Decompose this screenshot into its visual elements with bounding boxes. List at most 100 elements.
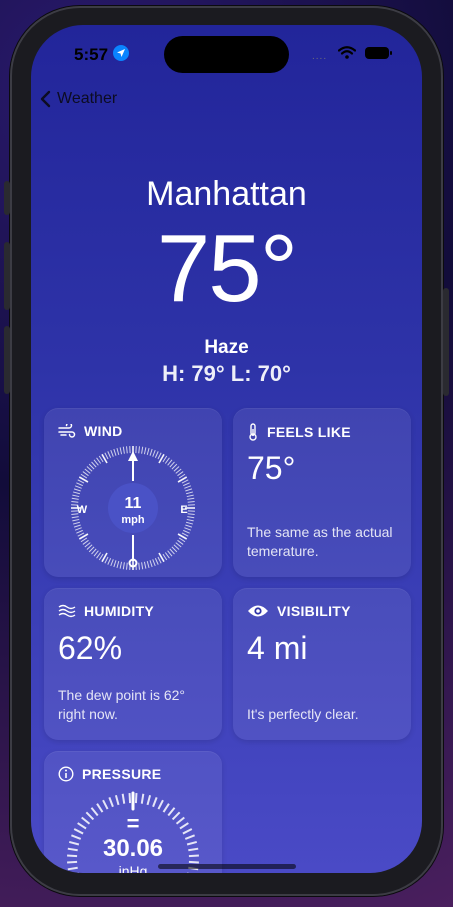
compass-tick (72, 491, 81, 495)
compass-tick (113, 560, 117, 568)
compass-tick (184, 485, 192, 489)
humidity-description: The dew point is 62° right now. (58, 687, 186, 722)
visibility-value: 4 mi (247, 630, 308, 666)
compass-tick (167, 550, 173, 557)
pressure-symbol: = (127, 811, 140, 836)
compass-tick (138, 562, 140, 570)
compass-tick (162, 553, 168, 561)
compass-tick (73, 524, 81, 528)
compass-east-label: E (180, 504, 187, 516)
humidity-icon (58, 604, 76, 618)
feels-like-title: FEELS LIKE (267, 424, 351, 440)
pressure-tick (108, 797, 114, 808)
compass-tick (171, 463, 178, 470)
compass-tick (149, 560, 153, 568)
side-button[interactable] (443, 288, 449, 396)
compass-tick (72, 521, 81, 525)
pressure-tick (157, 799, 164, 810)
compass-tick (74, 527, 82, 531)
pressure-tick (90, 807, 99, 817)
pressure-tick (167, 807, 176, 817)
volume-up-button[interactable] (4, 242, 10, 310)
pressure-tick (81, 816, 91, 825)
compass-tick (110, 449, 114, 457)
compass-tick (91, 461, 97, 468)
compass-tick (110, 559, 114, 567)
compass-tick (185, 524, 193, 528)
compass-tick (126, 446, 128, 454)
compass-tick (107, 558, 112, 565)
compass-tick (71, 501, 79, 503)
compass-tick (116, 447, 120, 456)
compass-tick (93, 550, 99, 557)
compass-tick (84, 468, 91, 474)
compass-tick (84, 542, 91, 548)
compass-tick (96, 552, 102, 559)
compass-tick (138, 446, 140, 454)
action-button[interactable] (4, 181, 10, 215)
compass-tick (169, 548, 175, 555)
pressure-tick (77, 822, 87, 830)
compass-tick (175, 468, 182, 474)
pressure-tick (179, 822, 189, 830)
pressure-tick (140, 793, 145, 804)
visibility-card[interactable]: VISIBILITY 4 mi It's perfectly clear. (233, 588, 411, 740)
compass-tick (141, 446, 144, 454)
compass-tick (104, 452, 109, 460)
pressure-tick (67, 860, 78, 864)
wind-speed-value: 11 (125, 495, 142, 512)
wind-icon (58, 424, 76, 438)
pressure-tick (85, 811, 95, 821)
high-low-text: H: 79° L: 70° (162, 361, 291, 386)
compass-tick (77, 532, 85, 537)
wind-card[interactable]: WIND W E 11 mph (44, 408, 222, 577)
volume-down-button[interactable] (4, 326, 10, 394)
compass-tick (96, 457, 102, 464)
compass-tick (98, 553, 104, 561)
humidity-card[interactable]: HUMIDITY 62% The dew point is 62° right … (44, 588, 222, 740)
compass-tick (76, 529, 83, 534)
pressure-tick (114, 794, 120, 806)
feels-like-card[interactable]: FEELS LIKE 75° The same as the actual te… (233, 408, 411, 577)
compass-tick (93, 459, 99, 466)
pressure-gauge: = 30.06 inHg (67, 791, 199, 873)
pressure-title: PRESSURE (82, 766, 162, 782)
compass-tick (86, 466, 93, 472)
back-button[interactable]: Weather (39, 90, 117, 108)
wind-speed-unit: mph (121, 514, 145, 526)
city-name: Manhattan (146, 175, 307, 213)
visibility-title: VISIBILITY (277, 603, 351, 619)
compass-tick (88, 463, 95, 470)
compass-tick (157, 452, 162, 460)
pressure-tick (68, 840, 80, 846)
cellular-signal-icon: .... (312, 51, 328, 62)
compass-tick (71, 497, 79, 500)
pressure-tick (175, 816, 185, 825)
pressure-card[interactable]: PRESSURE = 30.06 inHg (44, 751, 222, 873)
compass-tick (183, 482, 190, 487)
compass-tick (187, 513, 195, 515)
pressure-tick (188, 847, 199, 852)
home-indicator[interactable] (158, 864, 296, 869)
compass-tick (187, 497, 195, 500)
compass-tick (119, 447, 123, 455)
compass-tick (183, 529, 190, 534)
compass-tick (184, 527, 192, 531)
compass-tick (146, 447, 150, 456)
compass-tick (91, 548, 97, 555)
compass-tick (152, 449, 156, 457)
compass-tick (141, 562, 144, 570)
pressure-tick (71, 834, 82, 840)
pressure-value: 30.06 (103, 835, 163, 862)
compass-tick (73, 488, 81, 492)
pressure-tick (171, 811, 181, 821)
back-label: Weather (57, 90, 118, 107)
compass-tick (164, 552, 170, 559)
compass-tick (113, 448, 117, 456)
wifi-icon (337, 46, 357, 64)
compass-tick (143, 561, 147, 569)
pressure-tick (162, 803, 170, 813)
pressure-tick (128, 793, 132, 804)
visibility-description: It's perfectly clear. (247, 706, 359, 722)
compass-tick (167, 459, 173, 466)
